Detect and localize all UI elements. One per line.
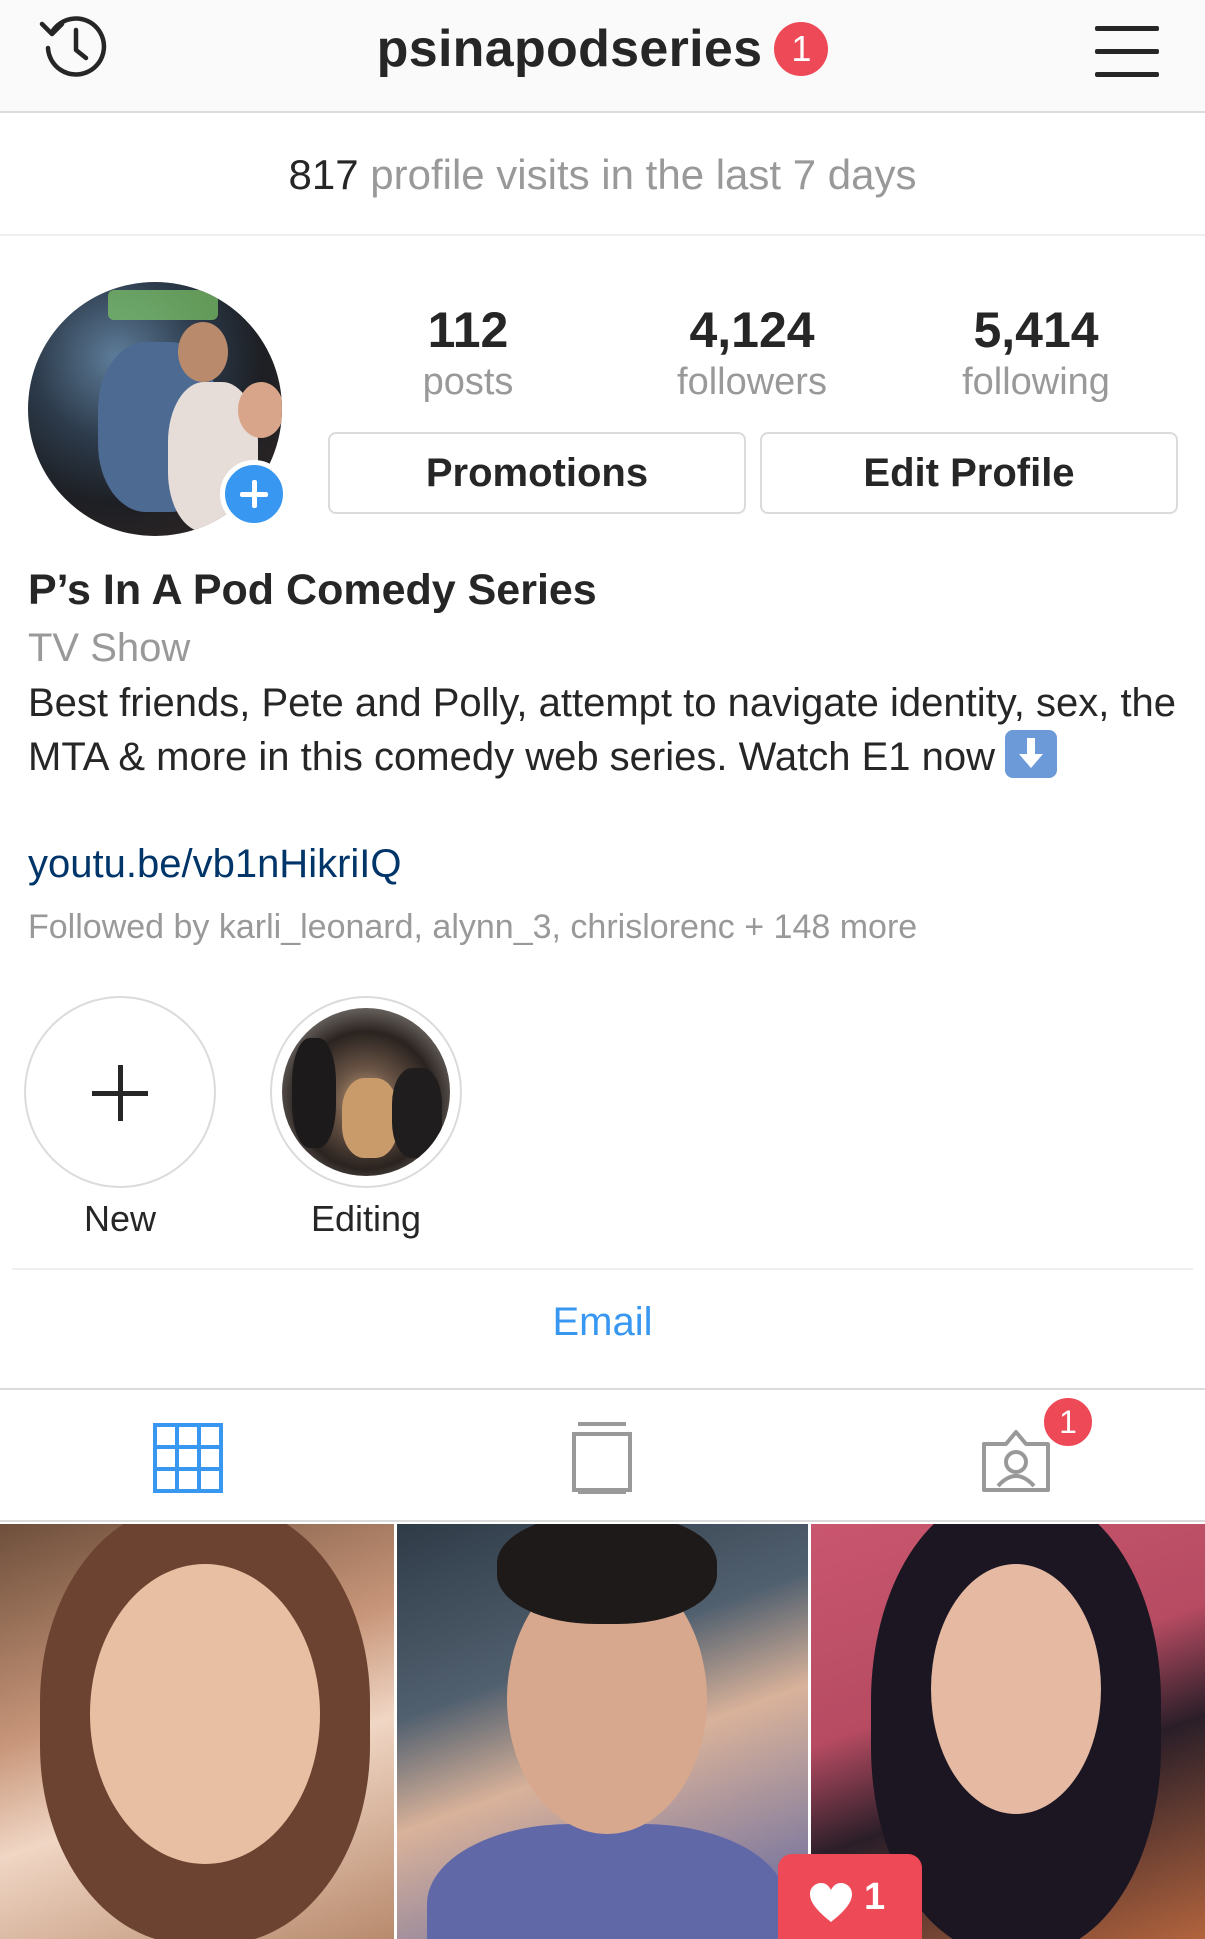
edit-profile-button[interactable]: Edit Profile <box>760 432 1178 514</box>
profile-tab-bar <box>0 1388 1205 1522</box>
feed-icon[interactable] <box>564 1420 640 1496</box>
highlight-editing-thumbnail[interactable] <box>270 996 462 1188</box>
profile-bio: Best friends, Pete and Polly, attempt to… <box>28 676 1178 784</box>
down-arrow-emoji-icon <box>1005 730 1058 778</box>
username-title-group[interactable]: psinapodseries 1 <box>0 16 1205 79</box>
username-title[interactable]: psinapodseries <box>377 19 763 79</box>
posts-count: 112 <box>427 302 509 358</box>
email-button[interactable]: Email <box>0 1300 1205 1345</box>
followers-count: 4,124 <box>689 302 815 358</box>
posts-stat[interactable]: 112 posts <box>348 300 588 404</box>
profile-visits-banner[interactable]: 817 profile visits in the last 7 days <box>0 113 1205 236</box>
followers-label: followers <box>677 361 827 403</box>
bio-text: Best friends, Pete and Polly, attempt to… <box>28 681 1177 779</box>
grid-icon[interactable] <box>150 1420 226 1496</box>
hamburger-menu-icon[interactable] <box>1095 26 1159 77</box>
followers-stat[interactable]: 4,124 followers <box>632 300 872 404</box>
following-label: following <box>962 361 1110 403</box>
highlight-new-label: New <box>83 1198 157 1239</box>
heart-icon <box>810 1883 852 1922</box>
highlight-editing[interactable]: Editing <box>270 996 462 1240</box>
add-story-plus-icon[interactable] <box>220 460 288 528</box>
tagged-notification-badge: 1 <box>1040 1394 1096 1450</box>
divider <box>12 1268 1193 1270</box>
posts-label: posts <box>422 361 514 403</box>
post-thumbnail[interactable] <box>397 1524 808 1939</box>
following-count: 5,414 <box>973 302 1099 358</box>
likes-count: 1 <box>864 1876 886 1918</box>
followed-by-text[interactable]: Followed by karli_leonard, alynn_3, chri… <box>28 908 917 947</box>
visits-label: profile visits in the last 7 days <box>370 151 917 198</box>
profile-category: TV Show <box>28 626 191 670</box>
profile-website-link[interactable]: youtu.be/vb1nHikriIQ <box>28 842 402 887</box>
activity-likes-bubble[interactable]: 1 <box>778 1854 922 1939</box>
highlight-editing-label: Editing <box>310 1198 422 1239</box>
profile-name: P’s In A Pod Comedy Series <box>28 566 597 614</box>
visits-count: 817 <box>288 151 359 198</box>
notification-badge: 1 <box>774 22 829 77</box>
highlight-new[interactable]: New <box>24 996 216 1240</box>
promotions-button[interactable]: Promotions <box>328 432 746 514</box>
new-highlight-plus-icon[interactable] <box>24 996 216 1188</box>
post-thumbnail[interactable] <box>0 1524 394 1939</box>
following-stat[interactable]: 5,414 following <box>916 300 1156 404</box>
top-navigation-bar: psinapodseries 1 <box>0 0 1205 113</box>
